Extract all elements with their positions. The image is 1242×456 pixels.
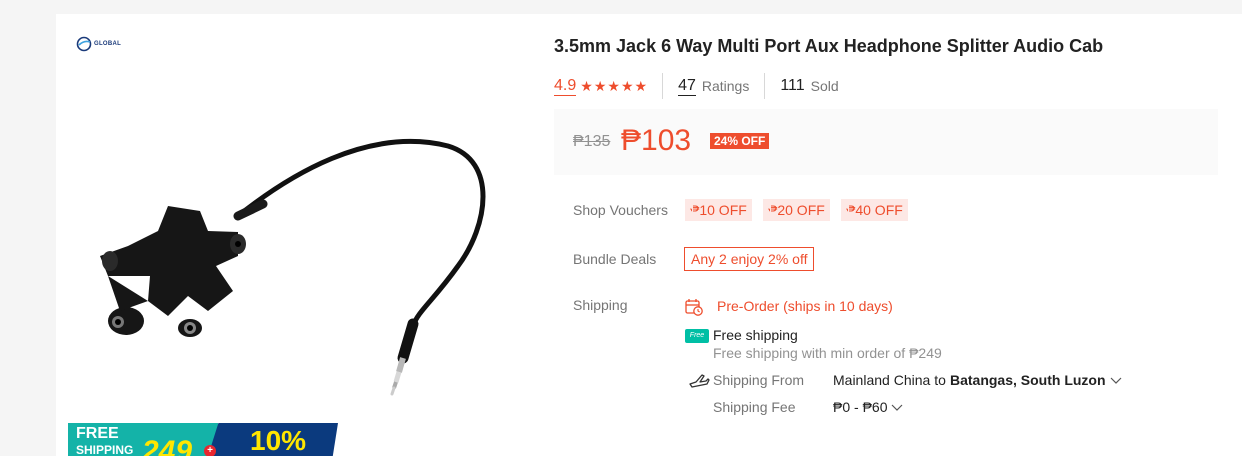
rating-stars: ★ ★ ★ ★ ★ [580, 78, 647, 94]
ratings-label: Ratings [701, 78, 750, 94]
stats-divider [662, 73, 664, 99]
star-icon: ★ [620, 78, 634, 94]
shipping-fee-value[interactable]: ₱0 - ₱60 [833, 399, 903, 415]
promo-shipping-text: SHIPPING [76, 443, 134, 456]
voucher-tag[interactable]: ₱20 OFF [763, 199, 830, 221]
ratings-count[interactable]: 47 [678, 77, 696, 96]
voucher-tag[interactable]: ₱10 OFF [685, 199, 752, 221]
price-box: ₱135 ₱103 24% OFF [554, 109, 1218, 175]
promo-discount-text: 10% [250, 425, 307, 456]
star-icon: ★ [580, 78, 593, 94]
star-icon: ★ [634, 78, 648, 94]
free-shipping-title: Free shipping [713, 327, 798, 343]
shipping-destination: Batangas, South Luzon [949, 372, 1106, 388]
preorder-text: Pre-Order (ships in 10 days) [717, 298, 893, 314]
rating-value[interactable]: 4.9 [554, 77, 577, 96]
free-shipping-subtitle: Free shipping with min order of ₱249 [713, 345, 942, 361]
calendar-clock-icon [685, 299, 703, 316]
shipping-fee-label: Shipping Fee [713, 399, 796, 415]
shipping-to-word: to [934, 372, 946, 388]
original-price: ₱135 [573, 133, 611, 150]
free-shipping-icon: Free [685, 329, 709, 343]
product-image[interactable] [88, 136, 498, 396]
product-stats: 4.9 ★ ★ ★ ★ ★ 47 Ratings 111 Sold [554, 72, 839, 100]
current-price: ₱103 [621, 124, 692, 157]
shipping-from-label: Shipping From [713, 372, 805, 388]
shop-vouchers-label: Shop Vouchers [573, 202, 668, 218]
promo-amount: 249 [142, 435, 193, 456]
logo-text: GLOBAL [94, 41, 122, 47]
shipping-fee-amount: ₱0 - ₱60 [833, 399, 888, 415]
product-title: 3.5mm Jack 6 Way Multi Port Aux Headphon… [554, 36, 1104, 56]
global-logo: GLOBAL [76, 36, 121, 52]
star-icon: ★ [607, 78, 620, 94]
star-icon: ★ [593, 78, 607, 94]
global-logo-icon [76, 36, 92, 52]
bundle-deal-tag[interactable]: Any 2 enjoy 2% off [684, 247, 815, 271]
sold-label: Sold [810, 78, 839, 94]
airplane-icon [689, 374, 710, 388]
chevron-down-icon [1110, 377, 1121, 384]
promo-banner[interactable]: FREE SHIPPING 249 + 10% [68, 423, 338, 456]
chevron-down-icon [892, 404, 903, 411]
promo-plus-badge: + [204, 445, 216, 456]
shipping-label: Shipping [573, 297, 628, 313]
stats-divider [764, 73, 766, 99]
sold-count: 111 [780, 77, 805, 94]
discount-badge: 24% OFF [710, 133, 770, 149]
promo-free-text: FREE [76, 425, 119, 442]
shipping-origin: Mainland China [833, 372, 931, 388]
voucher-tag[interactable]: ₱40 OFF [841, 199, 908, 221]
bundle-deals-label: Bundle Deals [573, 251, 657, 267]
shipping-from-value[interactable]: Mainland China to Batangas, South Luzon [833, 372, 1122, 388]
